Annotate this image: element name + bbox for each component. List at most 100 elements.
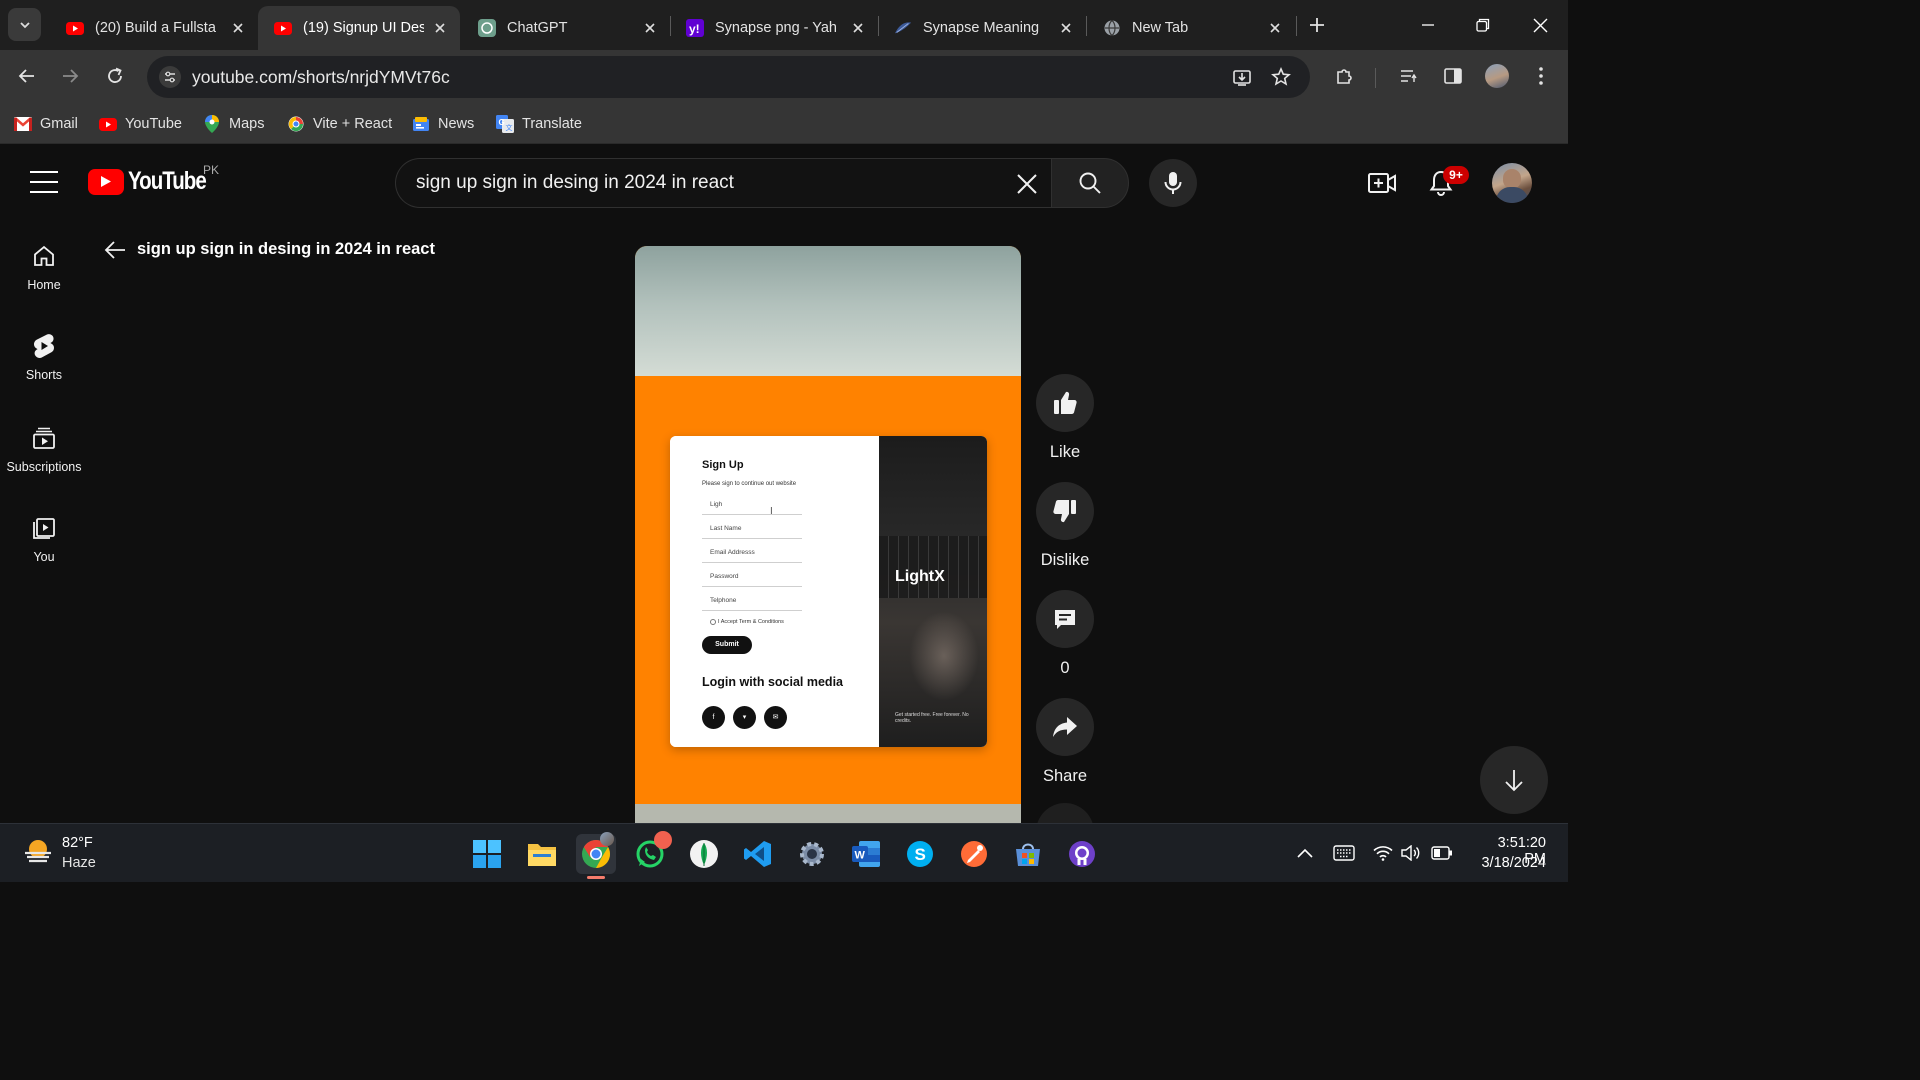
search-icon: [1079, 172, 1101, 194]
shorts-video-player[interactable]: Sign Up Please sign to continue out webs…: [635, 246, 1021, 824]
address-bar[interactable]: youtube.com/shorts/nrjdYMVt76c: [147, 56, 1310, 98]
bookmark-youtube[interactable]: YouTube: [99, 113, 182, 135]
plus-icon: [1310, 18, 1324, 32]
close-icon[interactable]: [642, 20, 658, 36]
extensions-icon[interactable]: [1330, 62, 1358, 90]
reading-list-icon[interactable]: [1395, 62, 1423, 90]
next-short-button[interactable]: [1480, 746, 1548, 814]
word-icon[interactable]: W: [846, 834, 886, 874]
back-button[interactable]: [13, 62, 41, 90]
profile-avatar[interactable]: [1483, 62, 1511, 90]
back-button[interactable]: [102, 237, 128, 263]
keyboard-icon[interactable]: [1333, 842, 1355, 864]
close-icon[interactable]: [432, 20, 448, 36]
page-title: sign up sign in desing in 2024 in react: [137, 240, 435, 258]
logo-text: YouTube: [128, 167, 207, 195]
share-button[interactable]: Share: [1036, 698, 1094, 786]
wifi-icon[interactable]: [1372, 842, 1394, 864]
battery-icon[interactable]: [1431, 842, 1453, 864]
close-icon[interactable]: [850, 20, 866, 36]
dislike-button[interactable]: Dislike: [1036, 482, 1094, 570]
account-avatar[interactable]: [1492, 163, 1532, 203]
field-label: Last Name: [710, 525, 742, 532]
github-desktop-icon[interactable]: [1062, 834, 1102, 874]
windows-start-icon[interactable]: [467, 834, 507, 874]
toolbar-separator: [1375, 68, 1376, 88]
tab-1[interactable]: (19) Signup UI Des: [258, 6, 460, 50]
news-icon: [412, 115, 430, 133]
tab-3[interactable]: y! Synapse png - Yah: [670, 6, 878, 50]
postman-icon[interactable]: [954, 834, 994, 874]
tab-title: (20) Build a Fullsta: [95, 20, 216, 36]
submit-button-preview: Submit: [702, 636, 752, 654]
side-panel-icon[interactable]: [1439, 62, 1467, 90]
chrome-icon[interactable]: [576, 832, 616, 874]
file-explorer-icon[interactable]: [522, 834, 562, 874]
skype-icon[interactable]: S: [900, 834, 940, 874]
chevron-up-icon[interactable]: [1294, 842, 1316, 864]
comment-count: 0: [1060, 659, 1070, 677]
like-icon-button[interactable]: [1036, 374, 1094, 432]
close-icon[interactable]: [1267, 20, 1283, 36]
voice-search-button[interactable]: [1149, 159, 1197, 207]
gmail-icon: [14, 115, 32, 133]
sidebar-item-subscriptions[interactable]: Subscriptions: [0, 425, 88, 474]
field-label: Ligh: [710, 501, 723, 508]
youtube-play-icon: [88, 168, 124, 195]
browser-menu-button[interactable]: [1527, 62, 1555, 90]
weather-haze-icon[interactable]: [22, 836, 54, 868]
sidebar-item-shorts[interactable]: Shorts: [0, 333, 88, 382]
volume-icon[interactable]: [1400, 842, 1422, 864]
search-input[interactable]: sign up sign in desing in 2024 in react: [395, 158, 1052, 208]
comments-icon-button[interactable]: [1036, 590, 1094, 648]
globe-icon: [1103, 19, 1121, 37]
bookmark-news[interactable]: News: [412, 113, 474, 135]
bookmark-gmail[interactable]: Gmail: [14, 113, 78, 135]
search-button[interactable]: [1051, 158, 1129, 208]
bookmark-star-icon[interactable]: [1267, 63, 1295, 91]
dislike-icon-button[interactable]: [1036, 482, 1094, 540]
tab-4[interactable]: Synapse Meaning: [878, 6, 1086, 50]
like-label: Like: [1049, 443, 1081, 461]
close-icon: [1017, 174, 1037, 194]
close-icon[interactable]: [230, 20, 246, 36]
restore-button[interactable]: [1470, 12, 1496, 38]
thumbs-down-icon: [1053, 500, 1076, 523]
bookmark-vite-react[interactable]: Vite + React: [287, 113, 392, 135]
comments-button[interactable]: 0: [1036, 590, 1094, 678]
site-info-icon[interactable]: [159, 66, 181, 88]
notification-badge: 9+: [1443, 166, 1469, 184]
svg-text:y!: y!: [689, 22, 700, 36]
mongodb-compass-icon[interactable]: [684, 834, 724, 874]
bookmark-maps[interactable]: Maps: [203, 113, 264, 135]
like-button[interactable]: Like: [1036, 374, 1094, 462]
reload-button[interactable]: [101, 62, 129, 90]
forward-button[interactable]: [56, 62, 84, 90]
sidebar-item-home[interactable]: Home: [0, 243, 88, 292]
install-app-icon[interactable]: [1228, 63, 1256, 91]
close-icon[interactable]: [1058, 20, 1074, 36]
bookmark-label: YouTube: [125, 116, 182, 132]
menu-hamburger-icon[interactable]: [30, 171, 58, 193]
tab-search-button[interactable]: [8, 8, 41, 41]
clear-search-button[interactable]: [1008, 165, 1046, 203]
tab-0[interactable]: (20) Build a Fullsta: [50, 6, 258, 50]
tab-5[interactable]: New Tab: [1087, 6, 1295, 50]
share-icon-button[interactable]: [1036, 698, 1094, 756]
sidebar-label: Home: [27, 278, 61, 292]
sidebar-label: Subscriptions: [6, 460, 82, 474]
new-tab-button[interactable]: [1305, 13, 1329, 37]
create-button[interactable]: [1364, 165, 1400, 201]
tab-2[interactable]: ChatGPT: [462, 6, 670, 50]
vscode-icon[interactable]: [738, 834, 778, 874]
bookmark-translate[interactable]: G文 Translate: [496, 113, 582, 135]
email-icon: ✉: [764, 706, 787, 729]
sidebar-item-you[interactable]: You: [0, 515, 88, 564]
close-window-button[interactable]: [1527, 12, 1553, 38]
card-footer-text: Get started free. Free forever. No credi…: [895, 712, 969, 724]
store-icon[interactable]: [1008, 834, 1048, 874]
minimize-button[interactable]: [1415, 12, 1441, 38]
sidebar-label: You: [33, 550, 55, 564]
whatsapp-icon[interactable]: [630, 831, 672, 874]
settings-icon[interactable]: [792, 834, 832, 874]
